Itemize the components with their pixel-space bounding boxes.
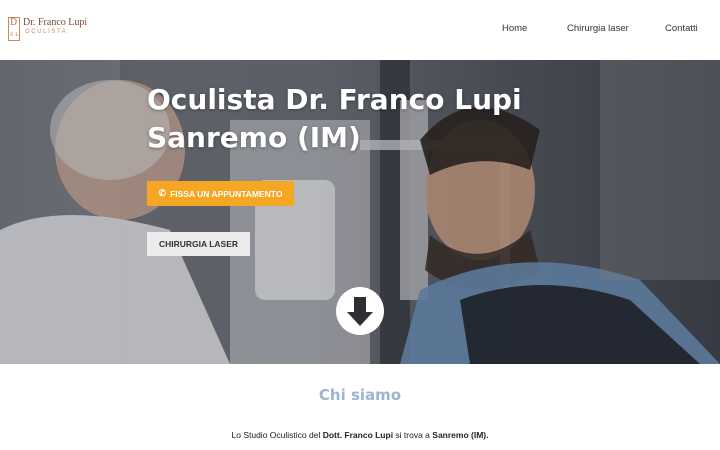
book-appointment-label: FISSA UN APPUNTAMENTO <box>170 188 283 199</box>
main-nav: Home Chirurgia laser Contatti <box>0 23 720 37</box>
hero-title-line-1: Oculista Dr. Franco Lupi <box>147 83 522 116</box>
laser-surgery-label: CHIRURGIA LASER <box>158 239 239 249</box>
nav-item-chirurgia-laser[interactable]: Chirurgia laser <box>567 23 629 34</box>
hero-title-line-2: Sanremo (IM) <box>147 121 361 154</box>
about-text-doctor-name: Dott. Franco Lupi <box>322 430 394 440</box>
about-section-title: Chi siamo <box>318 386 402 404</box>
hero-title: Oculista Dr. Franco Lupi Sanremo (IM) <box>147 81 567 157</box>
about-text-city: Sanremo (IM). <box>432 430 489 440</box>
nav-item-contatti[interactable]: Contatti <box>665 23 698 34</box>
nav-item-home[interactable]: Home <box>502 23 527 34</box>
phone-icon: ✆ <box>158 188 167 198</box>
laser-surgery-button[interactable]: CHIRURGIA LASER <box>147 232 250 256</box>
site-header: D F.L Dr. Franco Lupi OCULISTA Home Chir… <box>0 0 720 60</box>
about-section-text: Lo Studio Oculistico del Dott. Franco Lu… <box>0 430 720 440</box>
book-appointment-button[interactable]: ✆ FISSA UN APPUNTAMENTO <box>147 181 294 206</box>
about-text-intro: Lo Studio Oculistico del <box>231 430 323 440</box>
arrow-down-circle-icon[interactable] <box>335 286 385 336</box>
hero-banner: Oculista Dr. Franco Lupi Sanremo (IM) ✆ … <box>0 60 720 364</box>
about-text-middle: si trova a <box>393 430 433 440</box>
